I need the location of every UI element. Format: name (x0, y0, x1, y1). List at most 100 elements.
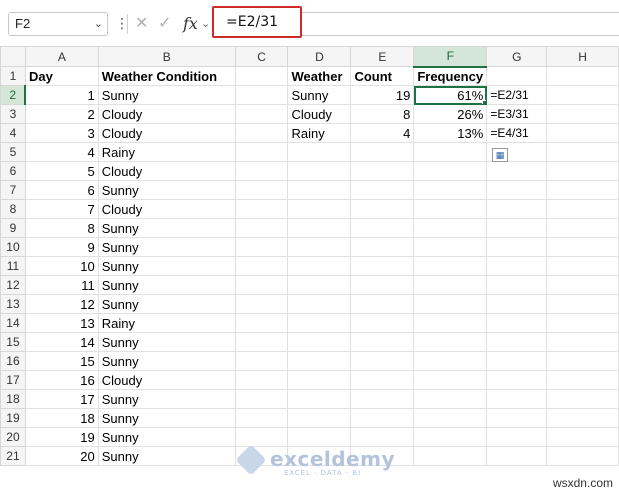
cell-f5[interactable] (413, 142, 488, 162)
row-header[interactable]: 14 (0, 313, 26, 333)
cell-c13[interactable] (234, 294, 289, 314)
cell-b10[interactable]: Sunny (97, 237, 236, 257)
cell-d6[interactable] (287, 161, 352, 181)
cell-c12[interactable] (234, 275, 289, 295)
cancel-icon[interactable]: ✕ (135, 12, 148, 36)
cell-e15[interactable] (350, 332, 415, 352)
cell-d2[interactable]: Sunny (287, 85, 352, 105)
cell-h12[interactable] (546, 275, 619, 295)
cell-d19[interactable] (287, 408, 352, 428)
cell-e4[interactable]: 4 (350, 123, 415, 143)
column-header-c[interactable]: C (234, 46, 289, 67)
cell-a5[interactable]: 4 (24, 142, 99, 162)
cell-a4[interactable]: 3 (24, 123, 99, 143)
cell-c16[interactable] (234, 351, 289, 371)
cell-f15[interactable] (413, 332, 488, 352)
fx-chevron-down-icon[interactable]: ⌄ (201, 12, 210, 36)
row-header[interactable]: 4 (0, 123, 26, 143)
cell-a10[interactable]: 9 (24, 237, 99, 257)
cell-a3[interactable]: 2 (24, 104, 99, 124)
cell-g7[interactable] (486, 180, 548, 200)
cell-b9[interactable]: Sunny (97, 218, 236, 238)
cell-b18[interactable]: Sunny (97, 389, 236, 409)
cell-f12[interactable] (413, 275, 488, 295)
enter-icon[interactable]: ✓ (158, 12, 171, 36)
cell-f4[interactable]: 13% (413, 123, 488, 143)
cell-g20[interactable] (486, 427, 548, 447)
row-header[interactable]: 1 (0, 66, 26, 86)
cell-a7[interactable]: 6 (24, 180, 99, 200)
cell-b11[interactable]: Sunny (97, 256, 236, 276)
cell-g17[interactable] (486, 370, 548, 390)
cell-a17[interactable]: 16 (24, 370, 99, 390)
cell-e20[interactable] (350, 427, 415, 447)
cell-e10[interactable] (350, 237, 415, 257)
cell-f7[interactable] (413, 180, 488, 200)
cell-e16[interactable] (350, 351, 415, 371)
cell-c20[interactable] (234, 427, 289, 447)
cell-f20[interactable] (413, 427, 488, 447)
cell-a18[interactable]: 17 (24, 389, 99, 409)
row-header[interactable]: 2 (0, 85, 27, 105)
cell-h18[interactable] (546, 389, 619, 409)
cell-g18[interactable] (486, 389, 548, 409)
row-header[interactable]: 17 (0, 370, 26, 390)
cell-b12[interactable]: Sunny (97, 275, 236, 295)
cell-a15[interactable]: 14 (24, 332, 99, 352)
fx-icon[interactable]: fx (183, 12, 198, 36)
cell-h4[interactable] (546, 123, 619, 143)
cell-f9[interactable] (413, 218, 488, 238)
cell-f17[interactable] (413, 370, 488, 390)
cell-h7[interactable] (546, 180, 619, 200)
cell-e19[interactable] (350, 408, 415, 428)
cell-c10[interactable] (234, 237, 289, 257)
cell-e8[interactable] (350, 199, 415, 219)
cell-h10[interactable] (546, 237, 619, 257)
cell-d1[interactable]: Weather (287, 66, 352, 86)
cell-b20[interactable]: Sunny (97, 427, 236, 447)
cell-e11[interactable] (350, 256, 415, 276)
cell-a2[interactable]: 1 (24, 85, 99, 105)
cell-f11[interactable] (413, 256, 488, 276)
cell-a11[interactable]: 10 (24, 256, 99, 276)
cell-d17[interactable] (287, 370, 352, 390)
column-header-d[interactable]: D (287, 46, 352, 67)
formula-input-extension[interactable] (302, 12, 619, 36)
cell-g12[interactable] (486, 275, 548, 295)
cell-a14[interactable]: 13 (24, 313, 99, 333)
cell-f16[interactable] (413, 351, 488, 371)
cell-c14[interactable] (234, 313, 289, 333)
cell-b13[interactable]: Sunny (97, 294, 236, 314)
row-header[interactable]: 12 (0, 275, 26, 295)
cell-a12[interactable]: 11 (24, 275, 99, 295)
cell-c18[interactable] (234, 389, 289, 409)
cell-g1[interactable] (486, 66, 548, 86)
cell-g8[interactable] (486, 199, 548, 219)
cell-h15[interactable] (546, 332, 619, 352)
cell-g3[interactable]: =E3/31 (486, 104, 548, 124)
cell-f21[interactable] (413, 446, 488, 466)
cell-h5[interactable] (546, 142, 619, 162)
column-header-f[interactable]: F (413, 46, 488, 68)
cell-c4[interactable] (234, 123, 289, 143)
cell-c11[interactable] (234, 256, 289, 276)
cell-a6[interactable]: 5 (24, 161, 99, 181)
row-header[interactable]: 10 (0, 237, 26, 257)
cell-c5[interactable] (234, 142, 289, 162)
cell-d11[interactable] (287, 256, 352, 276)
cell-b7[interactable]: Sunny (97, 180, 236, 200)
cell-f6[interactable] (413, 161, 488, 181)
row-header[interactable]: 6 (0, 161, 26, 181)
cell-g2[interactable]: =E2/31 (486, 85, 548, 105)
cell-h6[interactable] (546, 161, 619, 181)
cell-b17[interactable]: Cloudy (97, 370, 236, 390)
cell-d7[interactable] (287, 180, 352, 200)
cell-b3[interactable]: Cloudy (97, 104, 236, 124)
cell-f8[interactable] (413, 199, 488, 219)
row-header[interactable]: 9 (0, 218, 26, 238)
row-header[interactable]: 3 (0, 104, 26, 124)
cell-h9[interactable] (546, 218, 619, 238)
row-header[interactable]: 18 (0, 389, 26, 409)
cell-f14[interactable] (413, 313, 488, 333)
cell-b1[interactable]: Weather Condition (97, 66, 236, 86)
